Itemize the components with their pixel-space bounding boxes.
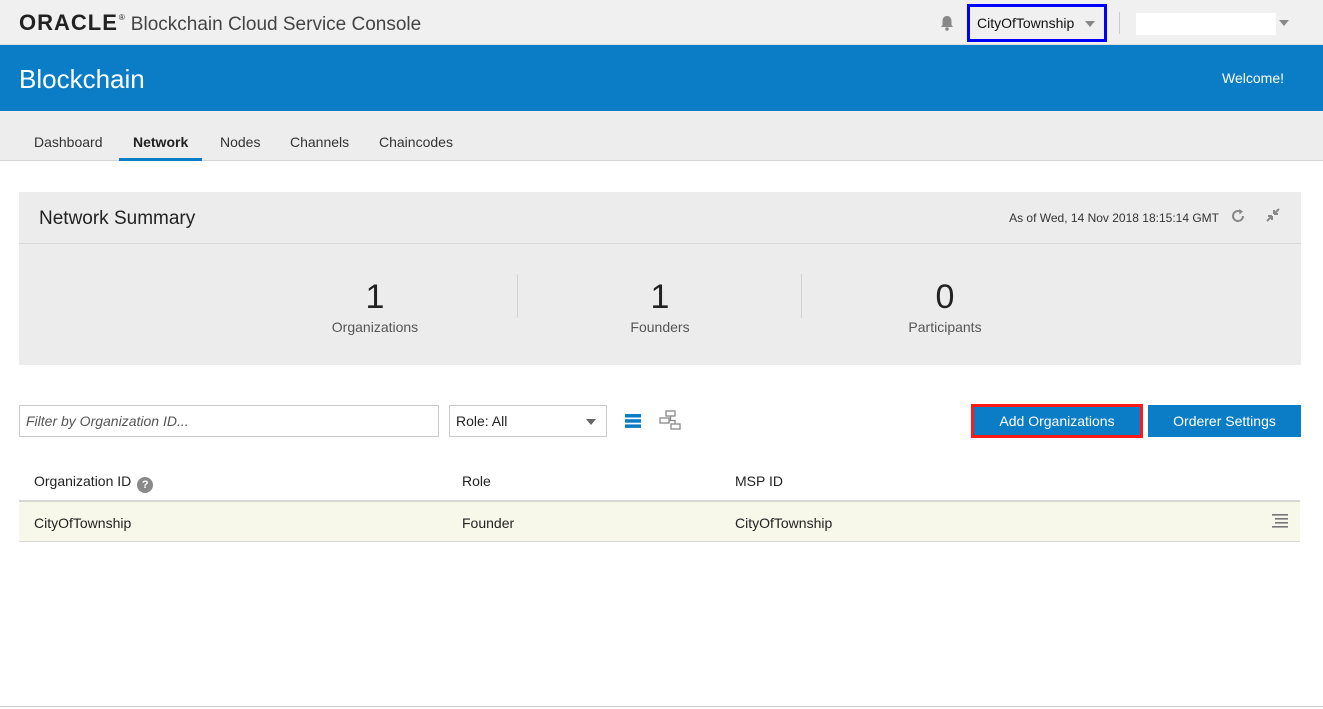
organizations-table: Organization ID? Role MSP ID CityOfTowns… — [19, 460, 1300, 542]
cell-msp-id: CityOfTownship — [735, 515, 833, 531]
top-header: ORACLE ® Blockchain Cloud Service Consol… — [0, 0, 1323, 45]
refresh-icon[interactable] — [1229, 207, 1247, 225]
tab-nodes[interactable]: Nodes — [206, 111, 274, 161]
chevron-down-icon — [1085, 21, 1095, 27]
row-actions-menu-icon[interactable] — [1272, 514, 1288, 528]
column-header-organization-id: Organization ID? — [34, 473, 154, 493]
user-menu-chevron-down-icon[interactable] — [1279, 20, 1289, 26]
role-filter-value: Role: All — [456, 413, 508, 429]
role-filter-select[interactable]: Role: All — [449, 405, 607, 437]
metric-participants-value: 0 — [935, 278, 955, 316]
help-icon[interactable]: ? — [137, 477, 154, 493]
page-title: Blockchain — [19, 64, 145, 94]
chevron-down-icon — [586, 419, 596, 425]
table-row[interactable]: CityOfTownship Founder CityOfTownship — [19, 502, 1300, 542]
add-organizations-button[interactable]: Add Organizations — [971, 404, 1143, 438]
metric-divider — [801, 274, 802, 318]
registered-mark: ® — [118, 13, 125, 22]
column-header-msp-id[interactable]: MSP ID — [735, 473, 783, 489]
welcome-text: Welcome! — [1222, 70, 1284, 86]
header-divider — [1119, 12, 1120, 34]
collapse-icon[interactable] — [1264, 206, 1282, 224]
metric-organizations-value: 1 — [365, 278, 385, 316]
network-summary-header: Network Summary As of Wed, 14 Nov 2018 1… — [19, 192, 1301, 244]
metric-organizations-label: Organizations — [331, 319, 419, 335]
metric-divider — [517, 274, 518, 318]
logo-brand: ORACLE — [19, 10, 118, 35]
product-name: Blockchain Cloud Service Console — [130, 14, 422, 35]
tab-channels[interactable]: Channels — [276, 111, 363, 161]
metric-organizations: 1 Organizations — [275, 277, 475, 335]
column-header-role[interactable]: Role — [462, 473, 491, 489]
cell-organization-id: CityOfTownship — [34, 515, 132, 531]
metric-founders-value: 1 — [650, 278, 670, 316]
list-view-icon[interactable] — [624, 412, 642, 430]
app-banner: Blockchain Welcome! — [0, 45, 1323, 111]
organization-selector[interactable]: CityOfTownship — [967, 4, 1107, 42]
network-summary-title: Network Summary — [39, 208, 196, 229]
metric-participants: 0 Participants — [845, 277, 1045, 335]
column-header-organization-id-label: Organization ID — [34, 473, 132, 489]
cell-role: Founder — [462, 515, 515, 531]
metric-founders: 1 Founders — [560, 277, 760, 335]
metric-founders-label: Founders — [630, 319, 690, 335]
topology-view-icon[interactable] — [659, 410, 681, 430]
bell-icon[interactable] — [938, 14, 956, 32]
tab-network[interactable]: Network — [119, 111, 203, 161]
tab-dashboard[interactable]: Dashboard — [20, 111, 117, 161]
organization-filter-input[interactable] — [19, 405, 439, 437]
last-updated-timestamp: As of Wed, 14 Nov 2018 18:15:14 GMT — [1009, 211, 1219, 225]
user-menu-selector[interactable] — [1136, 13, 1276, 35]
main-tabs: Dashboard Network Nodes Channels Chainco… — [0, 111, 1323, 161]
oracle-logo: ORACLE ® Blockchain Cloud Service Consol… — [19, 10, 421, 36]
network-summary-panel: Network Summary As of Wed, 14 Nov 2018 1… — [19, 192, 1301, 365]
organization-selector-value: CityOfTownship — [977, 15, 1075, 31]
metric-participants-label: Participants — [908, 319, 982, 335]
table-header: Organization ID? Role MSP ID — [19, 460, 1300, 502]
page-bottom-border — [0, 706, 1323, 707]
tab-chaincodes[interactable]: Chaincodes — [365, 111, 467, 161]
orderer-settings-button[interactable]: Orderer Settings — [1148, 405, 1301, 437]
